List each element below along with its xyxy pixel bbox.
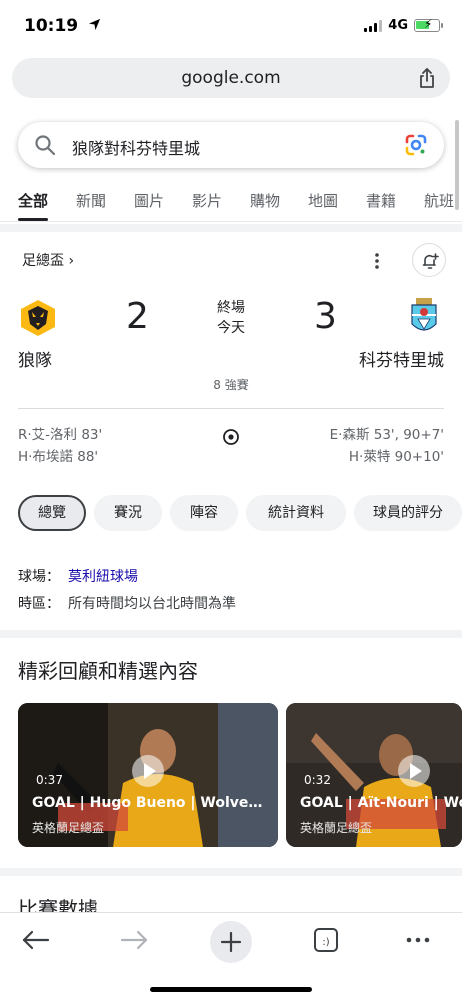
wolves-logo[interactable] [18, 298, 58, 338]
url-text[interactable]: google.com [12, 68, 450, 88]
video-title[interactable]: GOAL | Aït-Nouri | Wolves [300, 795, 462, 811]
match-status: 終場 今天 [201, 298, 261, 338]
soccer-ball-icon [222, 428, 240, 450]
video-duration: 0:37 [36, 773, 63, 787]
tab-shopping[interactable]: 購物 [250, 190, 280, 211]
search-box[interactable]: 狼隊對科芬特里城 [18, 122, 444, 168]
browser-toolbar: :) [0, 912, 462, 1000]
google-lens-icon[interactable] [404, 133, 428, 161]
match-status-text: 終場 [217, 300, 245, 316]
chip-overview[interactable]: 總覽 [18, 495, 86, 531]
battery-icon: ⚡ [414, 17, 443, 32]
separator [18, 408, 444, 409]
search-query[interactable]: 狼隊對科芬特里城 [72, 135, 200, 159]
home-score: 2 [126, 296, 149, 337]
video-source: 英格蘭足總盃 [32, 821, 105, 835]
away-scorer: E·森斯 53', 90+7' [329, 427, 444, 443]
play-icon[interactable] [398, 755, 430, 787]
video-source: 英格蘭足總盃 [300, 821, 373, 835]
venue-label: 球場： [18, 569, 60, 585]
league-label[interactable]: 足總盃 [22, 253, 64, 269]
section-divider [0, 868, 462, 876]
tab-all[interactable]: 全部 [18, 190, 49, 221]
away-team-name[interactable]: 科芬特里城 [359, 346, 444, 371]
search-icon [34, 134, 56, 160]
chip-timeline[interactable]: 賽況 [94, 495, 162, 531]
venue-row: 球場： 莫利紐球場 [18, 566, 138, 586]
timezone-row: 時區： 所有時間均以台北時間為準 [18, 593, 236, 613]
away-scorers: E·森斯 53', 90+7' H·萊特 90+10' [330, 424, 444, 468]
tabs-icon[interactable]: :) [306, 925, 350, 969]
section-divider [0, 630, 462, 638]
status-time: 10:19 [24, 16, 101, 36]
tab-books[interactable]: 書籍 [366, 190, 396, 211]
plus-icon [220, 931, 242, 957]
coventry-logo[interactable] [404, 296, 444, 336]
home-indicator [150, 987, 312, 992]
tab-images[interactable]: 圖片 [134, 190, 164, 211]
away-scorer: H·萊特 90+10' [348, 449, 444, 465]
follow-button[interactable] [412, 243, 446, 277]
chip-lineups[interactable]: 陣容 [170, 495, 238, 531]
chip-player-ratings[interactable]: 球員的評分 [354, 495, 462, 531]
tab-news[interactable]: 新聞 [76, 190, 106, 211]
match-tabs: 總覽 賽況 陣容 統計資料 球員的評分 [18, 495, 462, 531]
video-card[interactable]: 0:37 GOAL | Hugo Bueno | Wolves ... 英格蘭足… [18, 703, 278, 847]
status-bar: 10:19 4G ⚡ [0, 0, 462, 52]
more-horiz-icon[interactable] [398, 925, 442, 969]
tab-maps[interactable]: 地圖 [308, 190, 338, 211]
more-vert-icon[interactable] [370, 252, 384, 274]
league-link[interactable]: 足總盃 › [22, 250, 74, 270]
match-date: 今天 [217, 320, 245, 336]
forward-icon[interactable] [112, 925, 156, 969]
timezone-value: 所有時間均以台北時間為準 [68, 596, 236, 612]
signal-icon [364, 19, 383, 32]
address-bar[interactable]: google.com [12, 58, 450, 98]
tab-videos[interactable]: 影片 [192, 190, 222, 211]
match-round: 8 強賽 [213, 378, 249, 392]
play-icon[interactable] [132, 755, 164, 787]
tab-flights[interactable]: 航班 [424, 190, 454, 211]
highlights-title: 精彩回顧和精選內容 [18, 659, 198, 683]
network-type: 4G [388, 18, 408, 33]
home-scorer: R·艾-洛利 83' [18, 427, 103, 443]
home-team-name[interactable]: 狼隊 [18, 346, 52, 371]
home-scorers: R·艾-洛利 83' H·布埃諾 88' [18, 424, 102, 468]
time-text: 10:19 [24, 16, 79, 36]
video-duration: 0:32 [304, 773, 331, 787]
back-icon[interactable] [14, 925, 58, 969]
svg-text::): :) [322, 937, 329, 948]
section-divider [0, 224, 462, 232]
away-score: 3 [314, 296, 337, 337]
chevron-right-icon: › [68, 253, 75, 269]
venue-link[interactable]: 莫利紐球場 [68, 569, 138, 585]
video-title[interactable]: GOAL | Hugo Bueno | Wolves ... [32, 795, 268, 811]
chip-stats[interactable]: 統計資料 [246, 495, 346, 531]
status-indicators: 4G ⚡ [364, 17, 443, 33]
share-icon[interactable] [416, 67, 438, 89]
timezone-label: 時區： [18, 596, 60, 612]
location-arrow-icon [88, 16, 101, 36]
home-scorer: H·布埃諾 88' [18, 449, 99, 465]
search-tabs: 全部 新聞 圖片 影片 購物 地圖 書籍 航班 [0, 186, 462, 222]
bell-add-icon [420, 251, 440, 275]
video-card[interactable]: 0:32 GOAL | Aït-Nouri | Wolves 英格蘭足總盃 [286, 703, 462, 847]
new-tab-button[interactable] [210, 921, 252, 963]
